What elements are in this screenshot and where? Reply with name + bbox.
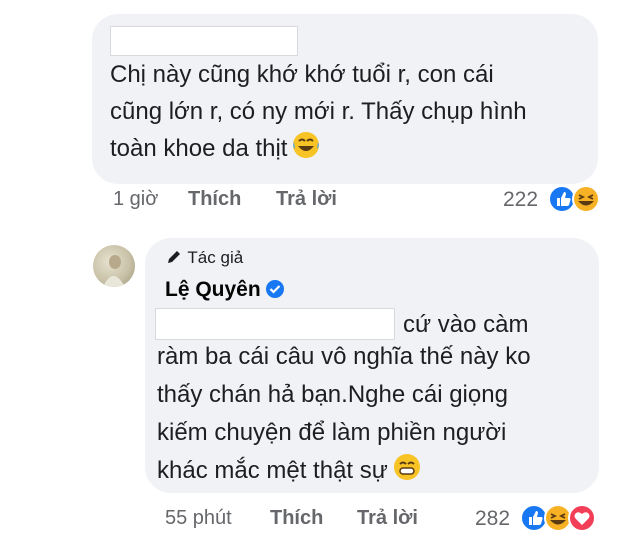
like-reaction-icon [548,185,576,213]
haha-reaction-icon [544,504,572,532]
like-link[interactable]: Thích [188,188,241,210]
pencil-icon [168,251,180,263]
reply-time: 55 phút [165,507,232,529]
comment-bubble: Chị này cũng khớ khớ tuổi r, con cái cũn… [92,14,598,184]
verified-badge-icon [265,280,284,298]
like-reaction-icon [520,504,548,532]
reply-like-link[interactable]: Thích [270,507,323,529]
author-tag: Tác giả [165,248,243,268]
reaction-count[interactable]: 222 [503,188,538,212]
redacted-mention [155,308,395,340]
reply-reply-link[interactable]: Trả lời [357,507,418,529]
grimacing-smile-emoji-icon [393,454,420,480]
tears-of-joy-emoji-icon [293,132,320,158]
haha-reaction-icon [572,185,600,213]
reply-reactions-summary[interactable] [520,503,606,538]
reply-text-first-line: cứ vào càm [403,311,529,338]
redacted-username [110,26,298,56]
reply-text: ràm ba cái câu vô nghĩa thế này ko thấy … [157,343,531,484]
love-reaction-icon [568,504,596,532]
author-avatar[interactable] [93,245,135,287]
comment-time: 1 giờ [113,188,159,210]
comment-text: Chị này cũng khớ khớ tuổi r, con cái cũn… [110,61,527,162]
reactions-summary[interactable] [548,184,608,219]
reply-reaction-count[interactable]: 282 [475,507,510,531]
author-name[interactable]: Lệ Quyên [165,278,285,302]
reply-link[interactable]: Trả lời [276,188,337,210]
reply-bubble: Tác giả Lệ Quyên cứ vào càm ràm ba cái c… [145,238,599,493]
